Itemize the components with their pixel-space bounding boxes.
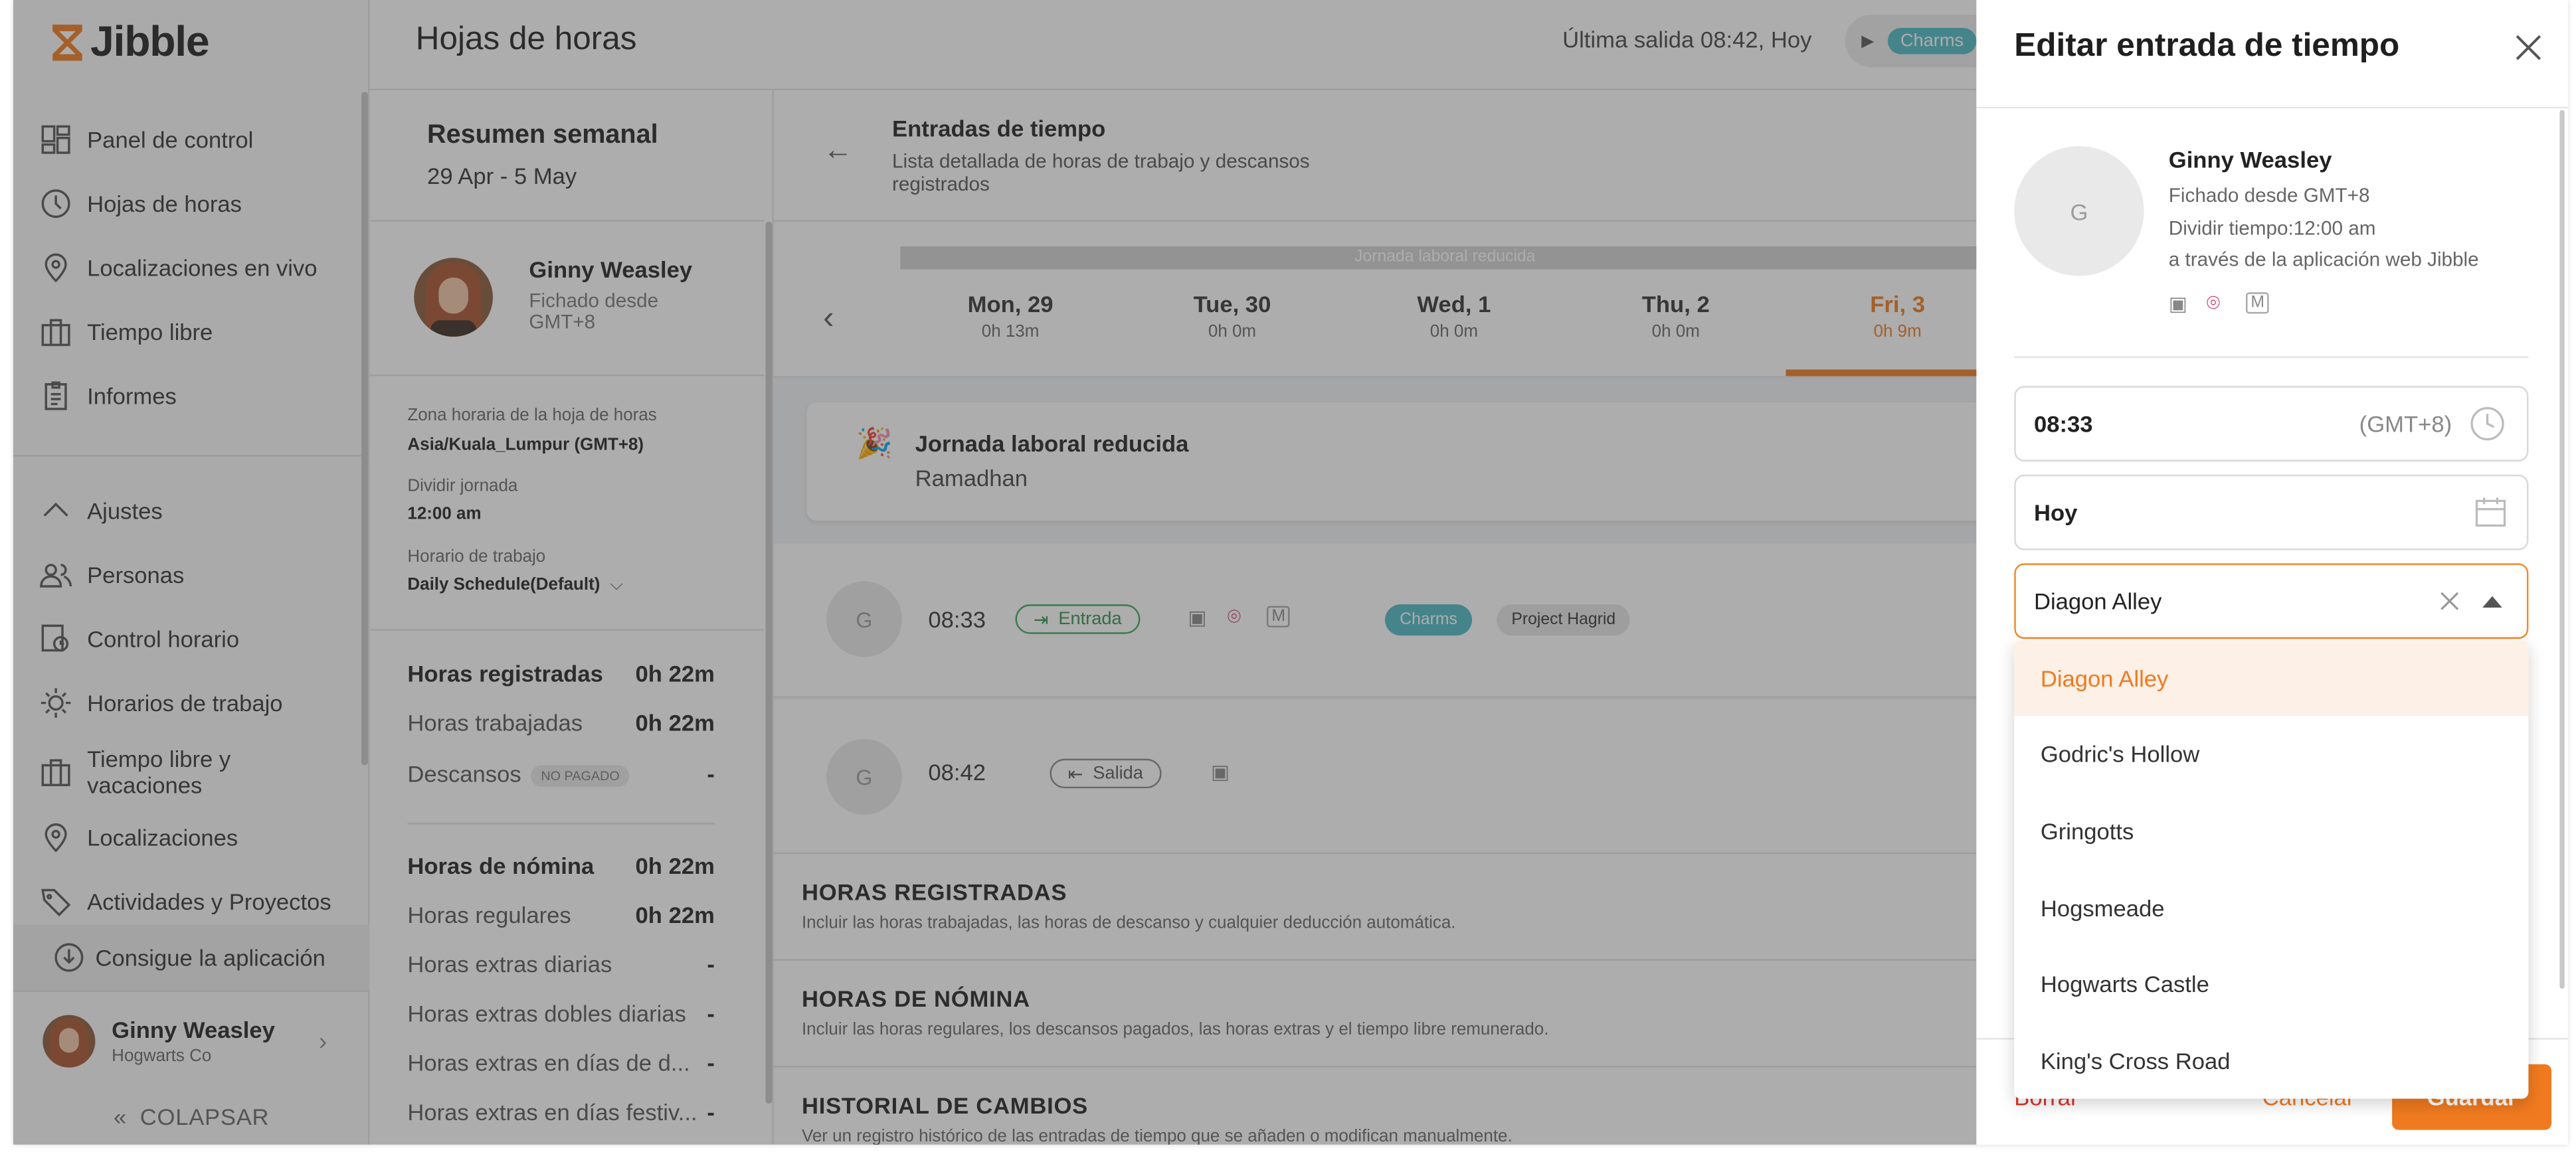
clock-icon[interactable] <box>2469 406 2505 442</box>
modal-overlay[interactable] <box>13 0 1977 1145</box>
person-name: Ginny Weasley <box>2168 146 2332 173</box>
manual-entry-icon: M <box>2246 292 2270 314</box>
clear-icon[interactable] <box>2440 591 2460 611</box>
panel-scrollbar[interactable] <box>2559 110 2565 989</box>
divider <box>1976 106 2568 109</box>
location-option[interactable]: Gringotts <box>2014 794 2528 869</box>
person-clocked: Fichado desde GMT+8 <box>2168 184 2370 207</box>
caret-up-icon[interactable] <box>2482 596 2502 608</box>
divider <box>2014 356 2529 359</box>
location-option[interactable]: King's Cross Road <box>2014 1023 2528 1099</box>
date-value: Hoy <box>2033 499 2078 526</box>
timezone-label: (GMT+8) <box>2359 410 2452 437</box>
calendar-icon[interactable] <box>2474 496 2507 529</box>
panel-title: Editar entrada de tiempo <box>2014 28 2400 64</box>
location-pin-icon: ⌾ <box>2206 289 2221 315</box>
location-select[interactable]: Diagon Alley <box>2014 563 2529 639</box>
person-avatar: G <box>2014 146 2144 276</box>
location-value: Diagon Alley <box>2033 588 2162 615</box>
time-value: 08:33 <box>2033 410 2093 437</box>
location-option[interactable]: Hogsmeade <box>2014 871 2528 946</box>
location-option[interactable]: Hogwarts Castle <box>2014 946 2528 1022</box>
close-icon[interactable] <box>2514 33 2543 62</box>
person-via: a través de la aplicación web Jibble <box>2168 248 2479 272</box>
location-option[interactable]: Godric's Hollow <box>2014 716 2528 792</box>
date-field[interactable]: Hoy <box>2014 474 2529 550</box>
app-window: Jibble Panel de control Hojas de horas L… <box>13 0 2568 1145</box>
location-option[interactable]: Diagon Alley <box>2014 640 2529 716</box>
person-split: Dividir tiempo:12:00 am <box>2168 216 2376 240</box>
time-field[interactable]: 08:33 (GMT+8) <box>2014 386 2529 461</box>
web-device-icon: ▣ <box>2168 292 2187 315</box>
edit-time-entry-panel: Editar entrada de tiempo G Ginny Weasley… <box>1976 0 2568 1145</box>
location-dropdown: Diagon Alley Godric's Hollow Gringotts H… <box>2014 640 2529 1099</box>
